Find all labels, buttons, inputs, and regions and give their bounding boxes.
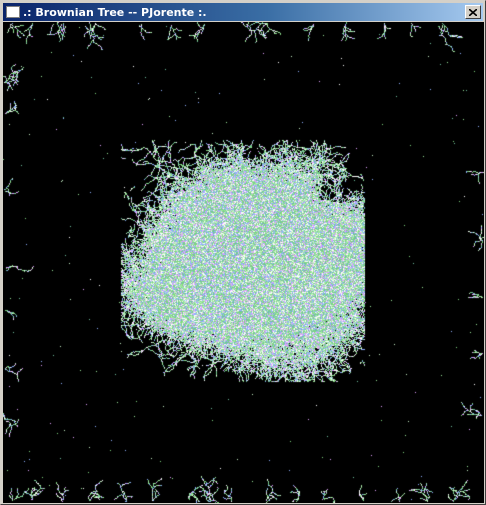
close-icon bbox=[469, 8, 477, 16]
window-app-icon[interactable] bbox=[6, 6, 20, 18]
window-title: .: Brownian Tree -- PJorente :. bbox=[23, 5, 207, 19]
simulation-canvas-frame bbox=[3, 22, 484, 503]
title-bar[interactable]: .: Brownian Tree -- PJorente :. bbox=[3, 3, 483, 21]
close-button[interactable] bbox=[465, 5, 481, 19]
app-window: .: Brownian Tree -- PJorente :. bbox=[0, 0, 486, 505]
brownian-tree-canvas[interactable] bbox=[3, 22, 484, 503]
